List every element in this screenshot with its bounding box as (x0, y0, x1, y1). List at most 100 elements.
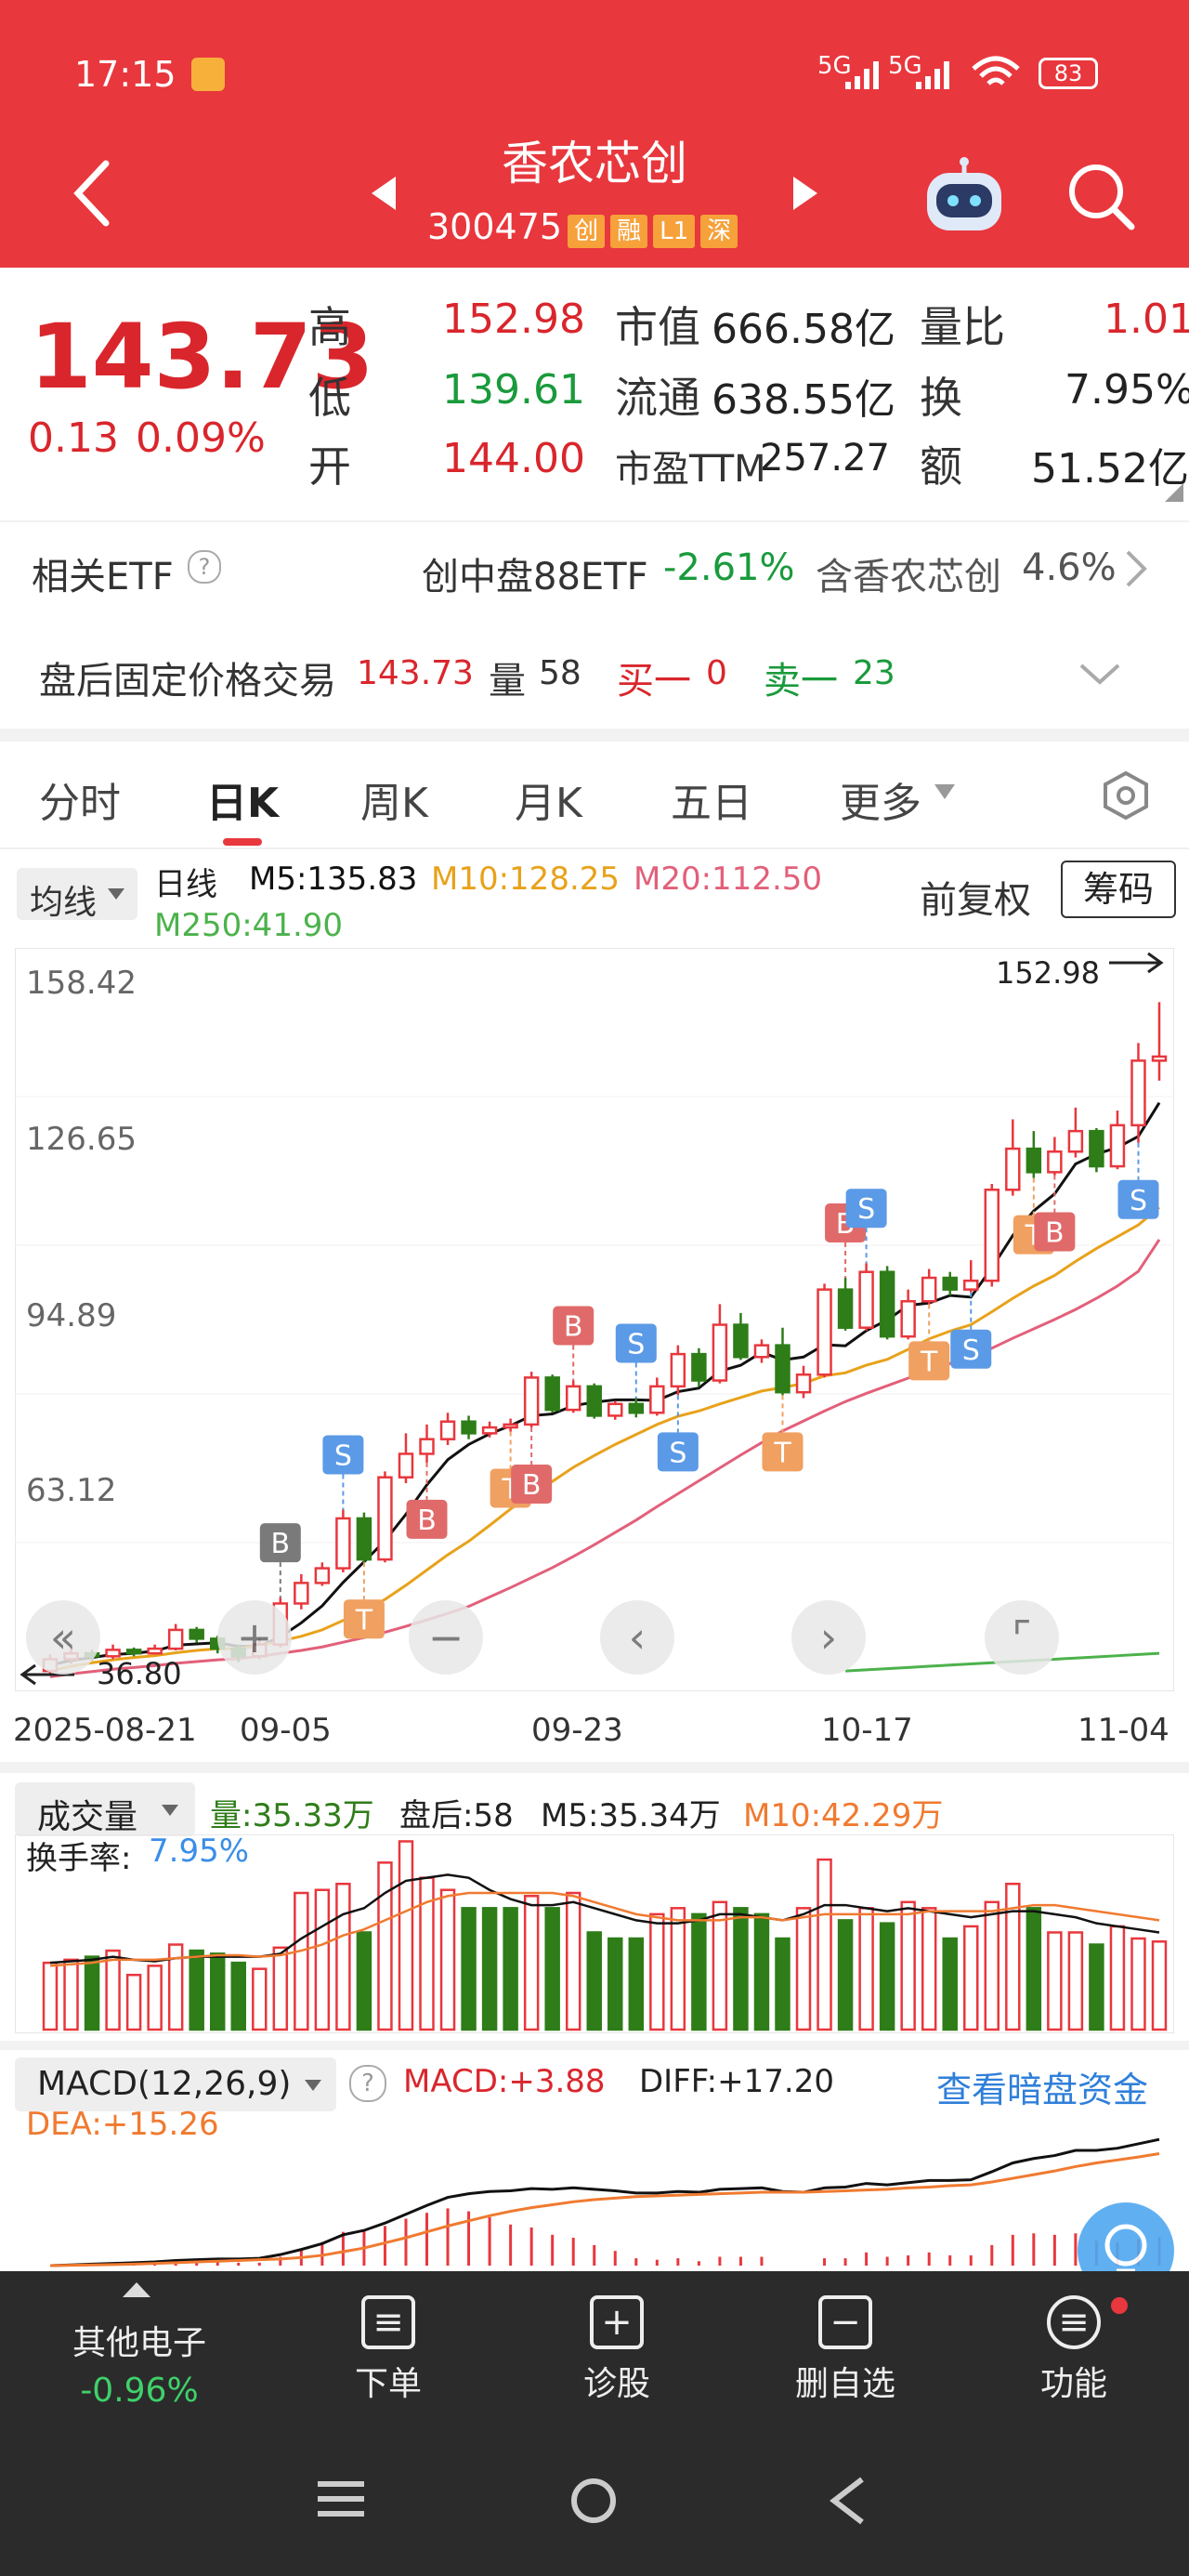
candle-body (1130, 1059, 1146, 1127)
zoom-in-button[interactable]: + (217, 1600, 292, 1675)
volume-bar (837, 1919, 854, 2031)
help-icon[interactable]: ? (188, 550, 221, 584)
x-label-2: 09-05 (240, 1712, 332, 1749)
volume-bar (984, 1900, 1000, 2031)
volume-bar (230, 1961, 246, 2031)
tab-intraday[interactable]: 分时 (39, 769, 121, 829)
robot-assistant-icon[interactable] (920, 156, 1009, 236)
x-label-4: 10-17 (821, 1712, 913, 1749)
system-home-icon[interactable] (568, 2476, 619, 2526)
tab-more[interactable]: 更多 (840, 769, 921, 829)
volume-bar (544, 1907, 560, 2031)
volume-bar (753, 1912, 770, 2031)
etf-contain-pct: 4.6% (1022, 546, 1117, 589)
candlestick-chart[interactable]: BSTBT BBSS TB ST ST BS (15, 948, 1174, 1691)
settings-hexagon-icon[interactable] (1100, 769, 1152, 821)
after-hours-price: 143.73 (357, 654, 474, 692)
macd-chart[interactable] (15, 2109, 1174, 2271)
nav-diagnose-label: 诊股 (582, 2365, 650, 2403)
tag-chuang: 创 (568, 215, 606, 248)
volume-bar (335, 1882, 351, 2031)
candle-body (314, 1567, 331, 1584)
volume-m10: M10:42.29万 (743, 1797, 944, 1834)
zoom-out-fast-button[interactable]: « (26, 1600, 100, 1675)
sector-name[interactable]: 其他电子 (37, 2316, 242, 2364)
ma-line-m20 (49, 1239, 1161, 1678)
candle-body (649, 1385, 665, 1414)
system-back-icon[interactable] (827, 2476, 868, 2526)
after-hours-row[interactable]: 盘后固定价格交易 143.73 量 58 买一 0 卖一 23 (0, 628, 1189, 721)
nav-order[interactable]: ≡ 下单 (314, 2295, 463, 2405)
candle-body (419, 1438, 435, 1455)
volume-bar (586, 1931, 602, 2031)
pe-value: 257.27 (760, 437, 890, 480)
volume-m5: M5:35.34万 (541, 1797, 721, 1834)
signal-label: S (857, 1193, 875, 1226)
minus-box-icon: − (818, 2295, 872, 2349)
zoom-out-button[interactable]: − (409, 1600, 483, 1675)
wifi-icon (972, 56, 1020, 85)
tab-monthly-k[interactable]: 月K (515, 769, 582, 829)
tab-five-day[interactable]: 五日 (671, 769, 752, 829)
y-tick-1: 158.42 (26, 965, 137, 1002)
adjust-mode[interactable]: 前复权 (920, 870, 1031, 924)
vol-ratio-label: 量比 (920, 302, 1005, 352)
volume-selector[interactable]: 成交量 (15, 1782, 195, 1836)
nav-remove-watchlist-label: 删自选 (794, 2365, 895, 2403)
chevron-down-icon[interactable] (1078, 662, 1122, 688)
nav-remove-watchlist[interactable]: − 删自选 (771, 2295, 920, 2405)
volume-bar (125, 1973, 142, 2031)
volume-bar (1109, 1925, 1126, 2031)
macd-selector[interactable]: MACD(12,26,9) (15, 2057, 336, 2111)
view-dark-pool-link[interactable]: 查看暗盘资金 (936, 2061, 1148, 2112)
signal-label: B (1045, 1217, 1065, 1250)
volume-chart[interactable] (15, 1834, 1174, 2033)
scroll-right-button[interactable]: › (791, 1600, 866, 1675)
signal-label: S (334, 1439, 352, 1472)
system-menu-icon[interactable] (316, 2477, 366, 2520)
y-tick-3: 94.89 (26, 1297, 117, 1334)
signal-label: B (564, 1311, 583, 1344)
candle-body (775, 1344, 790, 1394)
volume-bar (733, 1907, 749, 2031)
back-arrow-icon[interactable] (69, 158, 115, 229)
chips-button[interactable]: 筹码 (1061, 861, 1176, 918)
etf-name[interactable]: 创中盘88ETF (422, 546, 648, 600)
candle-body (1151, 1055, 1168, 1062)
sector-change: -0.96% (80, 2372, 199, 2410)
candle-body (1026, 1147, 1042, 1174)
float-value: 638.55亿 (712, 376, 895, 424)
volume-bar (1089, 1943, 1104, 2031)
diagnose-plus-icon: + (590, 2295, 644, 2349)
ma-selector[interactable]: 均线 (17, 868, 137, 922)
scroll-left-button[interactable]: ‹ (600, 1600, 674, 1675)
volume-bar (523, 1895, 540, 2031)
nav-diagnose[interactable]: + 诊股 (542, 2295, 691, 2405)
signal-label: T (920, 1346, 938, 1378)
next-stock-icon[interactable] (791, 175, 819, 212)
mktcap-label: 市值 (615, 302, 700, 352)
stock-code-row: 300475 创融 L1 深 (427, 206, 799, 248)
search-icon[interactable] (1065, 160, 1139, 234)
turnover-value: 7.95% (1065, 366, 1189, 414)
volume-bar (439, 1888, 456, 2031)
help-icon[interactable]: ? (349, 2065, 386, 2102)
nav-functions[interactable]: ≡ 功能 (1000, 2295, 1148, 2405)
volume-bar (356, 1931, 372, 2031)
signal-label: S (1130, 1185, 1147, 1217)
nav-order-label: 下单 (354, 2365, 422, 2403)
tab-weekly-k[interactable]: 周K (360, 769, 428, 829)
fullscreen-button[interactable]: ⌜ (985, 1600, 1059, 1675)
volume-bar (628, 1937, 645, 2031)
signal-label: B (271, 1528, 291, 1560)
candle-body (628, 1402, 645, 1414)
buy1-label: 买一 (617, 660, 691, 703)
volume-bar (1067, 1931, 1084, 2031)
tab-daily-k[interactable]: 日K (206, 769, 279, 829)
etf-row[interactable]: 相关ETF ? 创中盘88ETF -2.61% 含香农芯创 4.6% (0, 524, 1189, 617)
ma250-value: M250:41.90 (154, 907, 344, 944)
prev-stock-icon[interactable] (370, 175, 398, 212)
tag-shen: 深 (700, 215, 738, 248)
volume-bar (942, 1937, 958, 2031)
ma-period: 日线 (154, 866, 217, 903)
